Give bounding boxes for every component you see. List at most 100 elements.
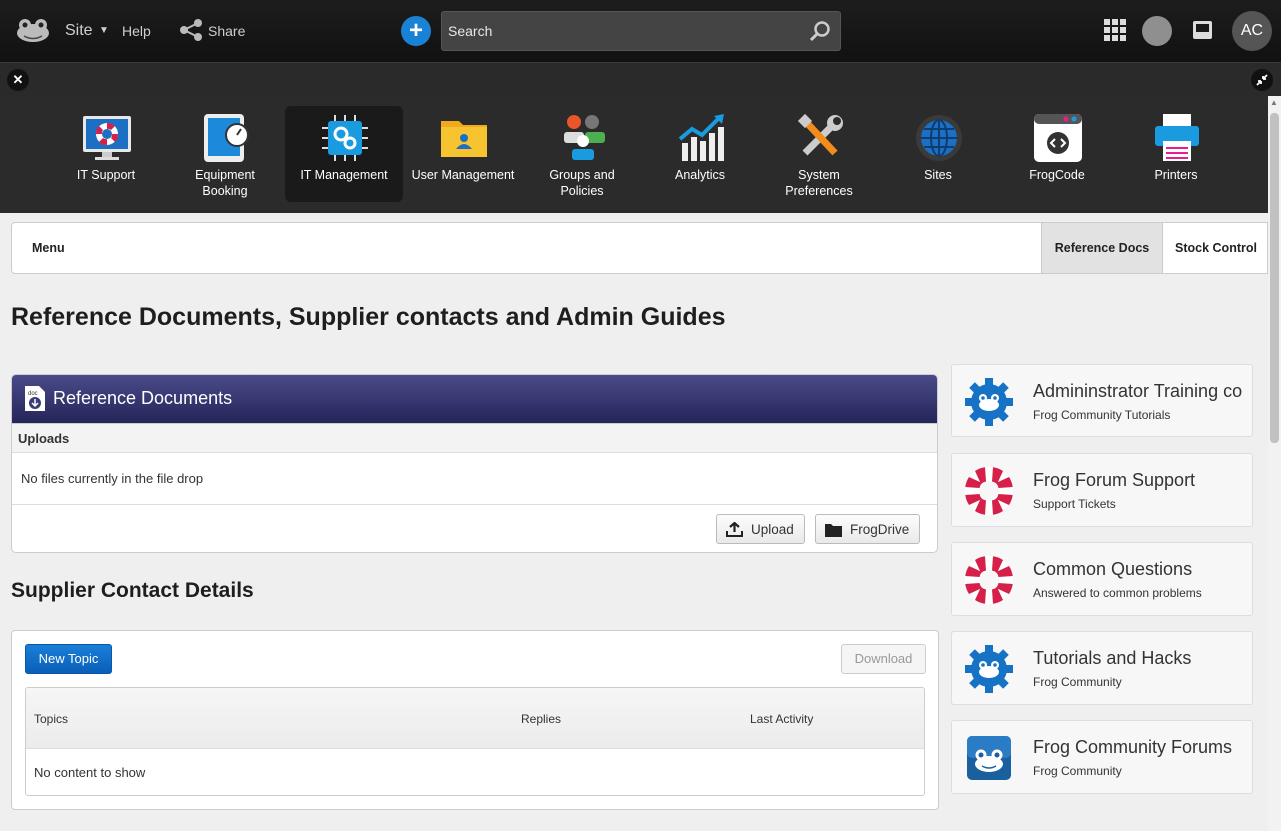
column-replies[interactable]: Replies [521,712,561,726]
new-topic-button[interactable]: New Topic [25,644,112,674]
card-frog-community-forums[interactable]: Frog Community Forums Frog Community [951,720,1253,794]
search-input[interactable] [441,11,841,51]
card-tutorials-and-hacks[interactable]: Tutorials and Hacks Frog Community [951,631,1253,705]
app-it-management[interactable]: IT Management [285,106,403,202]
scroll-up-icon[interactable]: ▲ [1270,98,1278,107]
upload-label: Upload [751,522,794,537]
app-user-management[interactable]: User Management [404,106,522,202]
tablet-clock-icon [204,114,249,162]
frog-tile-icon [967,736,1011,780]
chip-gears-icon [322,115,368,161]
app-label: IT Management [300,168,388,182]
app-sites[interactable]: Sites [879,106,997,202]
topics-table: Topics Replies Last Activity No content … [25,687,925,796]
site-menu-link[interactable]: Site [65,22,93,40]
upload-icon [726,522,743,537]
frog-gear-icon [965,378,1013,426]
close-icon[interactable]: ✕ [7,69,29,91]
card-administrator-training[interactable]: Admininstrator Training co Frog Communit… [951,364,1253,437]
search-icon[interactable] [809,20,831,42]
lifebuoy-icon [965,467,1013,515]
card-subtitle: Frog Community [1033,764,1122,778]
app-groups-policies[interactable]: Groups and Policies [523,106,641,202]
app-label: Sites [924,168,952,182]
app-label: User Management [411,168,515,182]
page-nav: Menu Reference Docs Stock Control [11,222,1268,274]
share-link[interactable]: Share [208,23,245,39]
panel-header: doc Reference Documents [12,375,937,423]
analytics-icon [678,114,724,161]
supplier-forum: New Topic Download Topics Replies Last A… [11,630,939,810]
scrollbar-thumb[interactable] [1270,113,1279,443]
apps-grid-icon[interactable] [1104,19,1126,41]
share-icon[interactable] [179,19,203,41]
lifebuoy-icon [965,556,1013,604]
top-bar: Site ▼ Help Share + AC [0,0,1281,62]
uploads-bar: Uploads [12,423,937,453]
code-window-icon [1034,114,1082,162]
card-title: Admininstrator Training co [1033,381,1243,401]
upload-button[interactable]: Upload [716,514,805,544]
empty-message: No content to show [34,765,146,780]
globe-icon [916,115,962,161]
app-label: System Preferences [785,168,853,198]
app-equipment-booking[interactable]: Equipment Booking [166,106,284,202]
download-button[interactable]: Download [841,644,926,674]
card-title: Tutorials and Hacks [1033,648,1192,668]
document-download-icon: doc [25,386,45,411]
app-printers[interactable]: Printers [1117,106,1235,202]
reference-documents-panel: doc Reference Documents Uploads No files… [11,374,938,553]
column-last-activity[interactable]: Last Activity [750,712,813,726]
card-subtitle: Answered to common problems [1033,586,1202,600]
card-title: Frog Forum Support [1033,470,1196,490]
app-label: Equipment Booking [195,168,255,198]
tab-reference-docs[interactable]: Reference Docs [1041,223,1162,273]
table-header: Topics Replies Last Activity [26,688,924,749]
frog-gear-icon [965,645,1013,693]
tools-icon [797,113,843,156]
collapse-icon[interactable] [1251,69,1273,91]
app-label: FrogCode [1029,168,1085,182]
card-subtitle: Support Tickets [1033,497,1116,511]
add-button[interactable]: + [401,16,431,46]
page-title: Reference Documents, Supplier contacts a… [11,303,726,331]
help-link[interactable]: Help [122,23,151,39]
app-label: IT Support [76,168,136,182]
divider [12,504,937,505]
uploads-label: Uploads [18,431,70,446]
menu-label[interactable]: Menu [32,241,65,255]
frogdrive-button[interactable]: FrogDrive [815,514,920,544]
app-label: Groups and Policies [549,168,615,198]
app-label: Printers [1154,168,1198,182]
lifebuoy-monitor-icon [83,116,131,160]
folder-icon [825,524,842,537]
app-analytics[interactable]: Analytics [641,106,759,202]
launcher-toolbar: ✕ [0,62,1281,96]
user-folder-icon [441,121,487,157]
card-title: Frog Community Forums [1033,737,1233,757]
printer-icon [1155,114,1199,161]
empty-message: No files currently in the file drop [21,471,204,486]
frogdrive-label: FrogDrive [850,522,910,537]
tab-stock-control[interactable]: Stock Control [1162,223,1269,273]
card-subtitle: Frog Community [1033,675,1122,689]
user-avatar[interactable]: AC [1232,11,1272,51]
app-label: Analytics [674,168,726,182]
app-it-support[interactable]: IT Support [47,106,165,202]
groups-icon [564,115,605,160]
column-topics[interactable]: Topics [34,712,68,726]
card-frog-forum-support[interactable]: Frog Forum Support Support Tickets [951,453,1253,527]
app-frogcode[interactable]: FrogCode [998,106,1116,202]
inbox-icon[interactable] [1192,20,1213,40]
panel-title: Reference Documents [53,388,233,408]
status-avatar[interactable] [1142,16,1172,46]
card-subtitle: Frog Community Tutorials [1033,408,1171,422]
card-title: Common Questions [1033,559,1193,579]
chevron-down-icon[interactable]: ▼ [99,25,109,36]
app-launcher: IT Support Equipment Booking IT Manageme… [0,96,1268,213]
svg-text:doc: doc [28,391,38,397]
app-system-preferences[interactable]: System Preferences [760,106,878,202]
frog-logo-icon[interactable] [16,16,50,44]
card-common-questions[interactable]: Common Questions Answered to common prob… [951,542,1253,616]
section-title: Supplier Contact Details [11,579,254,602]
